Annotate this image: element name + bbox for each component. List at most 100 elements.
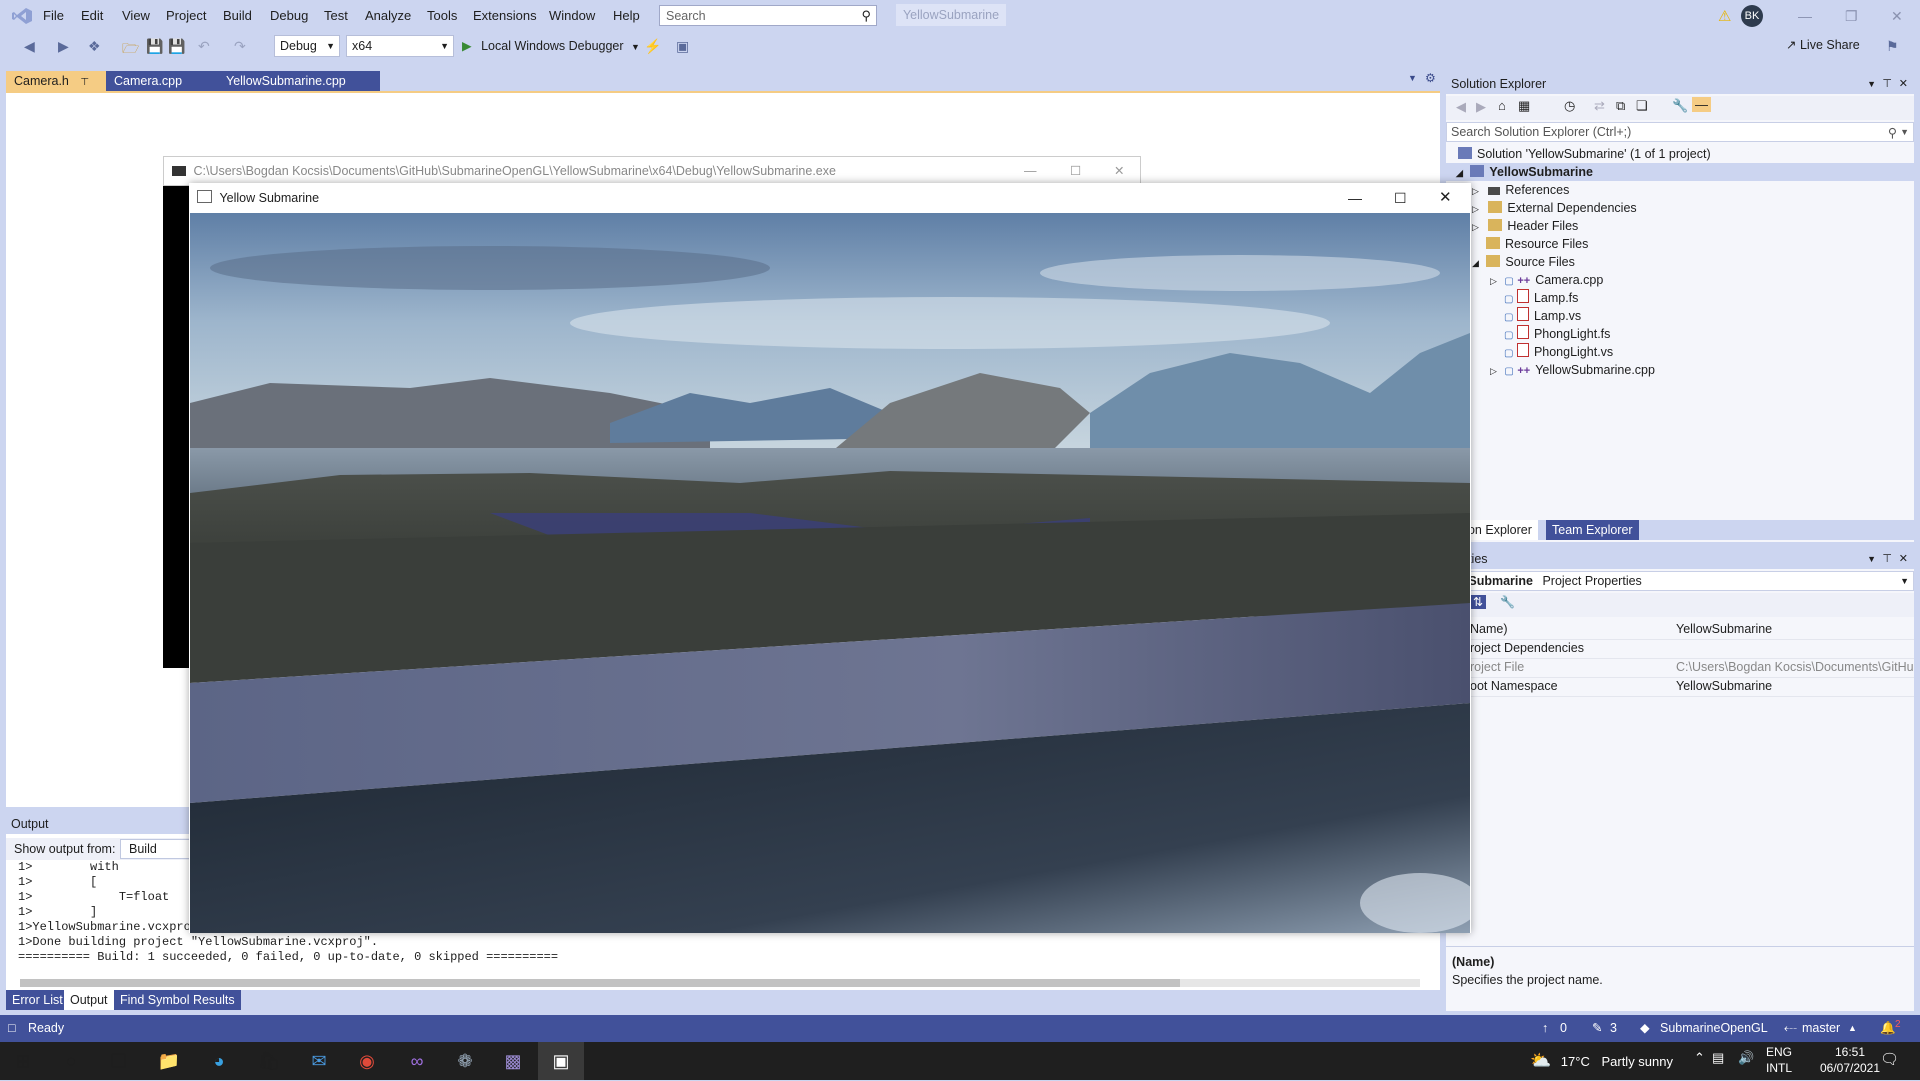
action-center-icon[interactable]: 🗨 xyxy=(1880,1050,1899,1068)
opengl-window-taskbar-icon[interactable]: ▣ xyxy=(538,1042,584,1080)
file-explorer-icon[interactable]: 📁 xyxy=(146,1042,192,1080)
tab-error-list[interactable]: Error List xyxy=(6,990,69,1010)
close-icon[interactable]: ✕ xyxy=(1891,8,1903,25)
user-avatar[interactable]: BK xyxy=(1741,5,1763,27)
properties-wrench-icon[interactable]: 🔧 xyxy=(1672,98,1688,114)
property-pages-wrench-icon[interactable]: 🔧 xyxy=(1500,595,1515,609)
tree-item-lamp-fs[interactable]: ▢ Lamp.fs xyxy=(1504,289,1578,307)
menu-test[interactable]: Test xyxy=(317,0,355,32)
hot-reload-icon[interactable]: ⚡ xyxy=(644,38,661,55)
collapse-all-icon[interactable]: ⧉ xyxy=(1616,98,1625,114)
menu-project[interactable]: Project xyxy=(159,0,213,32)
close-icon[interactable]: ✕ xyxy=(1439,183,1452,213)
tree-item-yellowsubmarine-cpp[interactable]: ▷ ▢ ++ YellowSubmarine.cpp xyxy=(1490,361,1655,379)
maximize-icon[interactable]: ☐ xyxy=(1070,157,1081,185)
menu-debug[interactable]: Debug xyxy=(263,0,315,32)
tab-output[interactable]: Output xyxy=(64,990,114,1010)
edge-browser-icon[interactable]: ◕ xyxy=(196,1042,242,1080)
tab-team-explorer[interactable]: Team Explorer xyxy=(1546,520,1639,540)
maximize-icon[interactable]: ☐ xyxy=(1394,183,1407,213)
notification-bell-icon[interactable]: 🔔 xyxy=(1880,1015,1896,1042)
pin-icon[interactable]: ⊤ xyxy=(1882,549,1892,569)
menu-view[interactable]: View xyxy=(115,0,157,32)
properties-object-selector[interactable]: owSubmarine Project Properties ▼ xyxy=(1446,571,1914,591)
tree-item-solution[interactable]: Solution 'YellowSubmarine' (1 of 1 proje… xyxy=(1458,145,1711,163)
settings-gear-icon[interactable]: ⚙ xyxy=(1425,71,1436,85)
rendered-3d-scene[interactable] xyxy=(190,213,1470,933)
back-icon[interactable]: ◀ xyxy=(1456,99,1466,115)
tree-item-phonglight-fs[interactable]: ▢ PhongLight.fs xyxy=(1504,325,1610,343)
close-icon[interactable]: ✕ xyxy=(1899,74,1908,94)
minimize-icon[interactable]: — xyxy=(1024,157,1037,185)
repository-name[interactable]: SubmarineOpenGL xyxy=(1660,1015,1768,1042)
paint-app-icon[interactable]: ❁ xyxy=(442,1042,488,1080)
redo-icon[interactable]: ↷ xyxy=(234,38,246,55)
pending-changes-count[interactable]: 3 xyxy=(1610,1015,1617,1042)
tree-item-lamp-vs[interactable]: ▢ Lamp.vs xyxy=(1504,307,1581,325)
pin-icon[interactable]: ⊤ xyxy=(80,77,89,88)
menu-window[interactable]: Window xyxy=(542,0,602,32)
property-row-name[interactable]: Name) YellowSubmarine xyxy=(1446,620,1914,640)
tab-camera-h[interactable]: Camera.h ⊤ ✕ xyxy=(6,71,106,110)
console-taskbar-icon[interactable]: ▩ xyxy=(490,1042,536,1080)
configuration-combo[interactable]: Debug ▼ xyxy=(274,35,340,57)
tab-camera-cpp[interactable]: Camera.cpp xyxy=(106,71,218,91)
menu-edit[interactable]: Edit xyxy=(74,0,110,32)
screenshot-icon[interactable]: ▣ xyxy=(676,38,689,55)
expanded-arrow-icon[interactable]: ◢ xyxy=(1456,168,1463,178)
menu-tools[interactable]: Tools xyxy=(420,0,464,32)
minimize-icon[interactable]: — xyxy=(1348,183,1362,213)
collapsed-arrow-icon[interactable]: ▷ xyxy=(1490,276,1497,286)
repository-icon[interactable]: ◆ xyxy=(1640,1015,1650,1042)
pending-changes-icon[interactable]: ◷ xyxy=(1564,98,1575,114)
feedback-icon[interactable]: ⚑ xyxy=(1886,38,1899,55)
save-all-icon[interactable]: 💾 xyxy=(168,38,185,55)
pin-icon[interactable]: ⊤ xyxy=(1882,74,1892,94)
weather-widget[interactable]: ⛅ 17°C Partly sunny xyxy=(1530,1042,1673,1080)
arrow-up-icon[interactable]: ↑ xyxy=(1542,1015,1548,1042)
warning-icon[interactable]: ⚠ xyxy=(1718,7,1731,25)
collapsed-arrow-icon[interactable]: ▷ xyxy=(1490,366,1497,376)
tree-item-references[interactable]: ▷ References xyxy=(1472,181,1569,199)
preview-selected-icon[interactable]: — xyxy=(1692,97,1711,112)
unpublished-count[interactable]: 0 xyxy=(1560,1015,1567,1042)
branch-name[interactable]: master xyxy=(1802,1015,1840,1042)
visual-studio-taskbar-icon[interactable]: ∞ xyxy=(394,1042,440,1080)
tree-item-project[interactable]: ◢ YellowSubmarine xyxy=(1446,163,1914,181)
tab-find-symbol-results[interactable]: Find Symbol Results xyxy=(114,990,241,1010)
save-icon[interactable]: 💾 xyxy=(146,38,163,55)
tree-item-resource-files[interactable]: Resource Files xyxy=(1486,235,1588,253)
live-share-button[interactable]: ↗ Live Share xyxy=(1786,37,1860,52)
close-icon[interactable]: ✕ xyxy=(1114,157,1124,185)
alphabetical-sort-icon[interactable]: ⇅ xyxy=(1470,595,1487,609)
property-row-root-namespace[interactable]: oot Namespace YellowSubmarine xyxy=(1446,677,1914,697)
tab-yellowsubmarine-cpp[interactable]: YellowSubmarine.cpp xyxy=(218,71,380,91)
chevron-down-icon[interactable]: ▼ xyxy=(1867,549,1876,569)
scrollbar-thumb[interactable] xyxy=(20,979,1180,987)
volume-icon[interactable]: 🔊 xyxy=(1738,1050,1754,1066)
branch-icon[interactable]: ⤎ xyxy=(1784,1015,1797,1042)
property-row-project-file[interactable]: roject File C:\Users\Bogdan Kocsis\Docum… xyxy=(1446,658,1914,678)
task-view-icon[interactable]: ❏ xyxy=(96,1042,142,1080)
menu-file[interactable]: File xyxy=(36,0,71,32)
back-icon[interactable]: ◀ xyxy=(24,38,35,55)
language-indicator[interactable]: ENG INTL xyxy=(1766,1044,1792,1076)
undo-icon[interactable]: ↶ xyxy=(198,38,210,55)
tray-chevron-up-icon[interactable]: ⌃ xyxy=(1694,1050,1705,1066)
mail-icon[interactable]: ✉ xyxy=(296,1042,342,1080)
open-folder-icon[interactable]: 🗁 xyxy=(122,38,139,62)
solution-explorer-search[interactable]: Search Solution Explorer (Ctrl+;) ⚲ ▼ xyxy=(1446,122,1914,142)
tree-item-source-files[interactable]: ◢ Source Files xyxy=(1472,253,1575,271)
menu-help[interactable]: Help xyxy=(606,0,647,32)
show-all-files-icon[interactable]: ❏ xyxy=(1636,98,1648,114)
restore-icon[interactable]: ❐ xyxy=(1845,8,1858,25)
chevron-down-icon[interactable]: ▼ xyxy=(1900,123,1909,141)
new-project-icon[interactable]: ❖ xyxy=(88,38,101,55)
collapsed-arrow-icon[interactable]: ▷ xyxy=(1472,204,1479,214)
menu-analyze[interactable]: Analyze xyxy=(358,0,418,32)
minimize-icon[interactable]: — xyxy=(1798,8,1812,24)
forward-icon[interactable]: ▶ xyxy=(58,38,69,55)
start-debugging-button[interactable]: ▶ Local Windows Debugger ▼ xyxy=(462,35,640,57)
chrome-icon[interactable]: ◉ xyxy=(344,1042,390,1080)
sync-icon[interactable]: ⇄ xyxy=(1594,98,1605,114)
